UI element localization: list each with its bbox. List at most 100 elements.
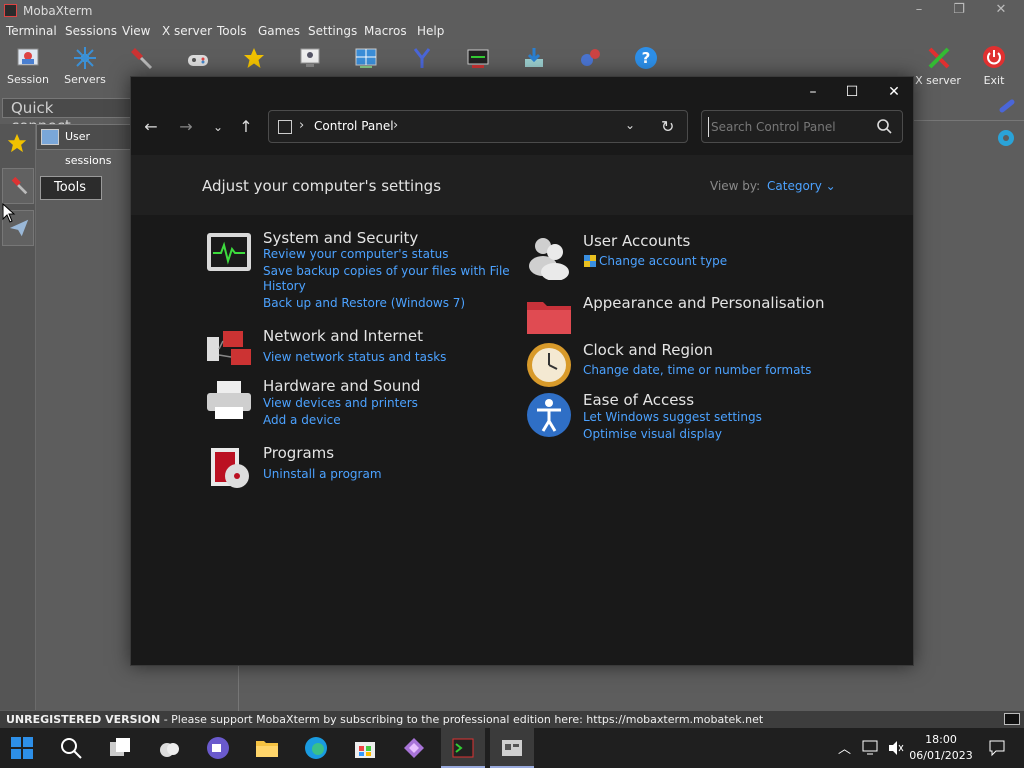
- download-icon[interactable]: [522, 46, 546, 70]
- search-box: [701, 110, 903, 143]
- close-icon[interactable]: ✕: [994, 3, 1008, 17]
- xserver-button[interactable]: X server: [914, 42, 962, 90]
- category-link[interactable]: Let Windows suggest settings: [583, 410, 762, 425]
- cp-minimize-icon[interactable]: –: [801, 81, 825, 103]
- exit-button[interactable]: Exit: [970, 42, 1018, 90]
- category-link[interactable]: Add a device: [263, 413, 341, 428]
- sidebar-tools-button[interactable]: [2, 168, 34, 204]
- menu-terminal[interactable]: Terminal: [6, 24, 57, 38]
- network-monitor-icon[interactable]: [862, 740, 880, 756]
- quick-connect-input[interactable]: Quick connect...: [2, 98, 132, 135]
- session-button[interactable]: Session: [0, 42, 56, 90]
- category-title[interactable]: System and Security: [263, 229, 418, 247]
- menu-bar: Terminal Sessions View X server Tools Ga…: [0, 22, 1024, 42]
- category-title[interactable]: Appearance and Personalisation: [583, 294, 825, 312]
- power-icon: [983, 46, 1005, 68]
- link-icon[interactable]: [998, 98, 1016, 116]
- category-title[interactable]: Hardware and Sound: [263, 377, 420, 395]
- forward-arrow-icon[interactable]: →: [174, 117, 198, 137]
- address-bar[interactable]: › Control Panel › ⌄ ↻: [268, 110, 688, 143]
- up-arrow-icon[interactable]: ↑: [234, 117, 258, 137]
- search-icon: [61, 738, 82, 759]
- category-link[interactable]: Save backup copies of your files with Fi…: [263, 264, 510, 279]
- star-icon[interactable]: [242, 46, 266, 70]
- task-view-button[interactable]: [98, 728, 142, 768]
- start-button[interactable]: [0, 728, 44, 768]
- view-by-dropdown[interactable]: Category ⌄: [767, 179, 836, 193]
- windows-logo-icon: [11, 737, 33, 759]
- tools-icon[interactable]: [129, 46, 153, 70]
- split-icon[interactable]: [354, 46, 378, 70]
- taskbar-clock[interactable]: 18:00 06/01/2023: [908, 732, 974, 764]
- chevron-down-icon[interactable]: ⌄: [625, 118, 635, 132]
- packages-icon[interactable]: [466, 46, 490, 70]
- category-link[interactable]: Back up and Restore (Windows 7): [263, 296, 465, 311]
- refresh-icon[interactable]: ↻: [661, 117, 674, 136]
- servers-button[interactable]: Servers: [57, 42, 113, 90]
- taskbar-app-explorer[interactable]: [245, 728, 289, 768]
- taskbar-app-teams[interactable]: [196, 728, 240, 768]
- user-accounts-icon: [529, 238, 569, 280]
- cp-maximize-icon[interactable]: ☐: [840, 81, 864, 103]
- taskbar-app-powerapps[interactable]: [392, 728, 436, 768]
- printer-icon: [207, 381, 251, 419]
- gear-icon[interactable]: [996, 128, 1016, 148]
- category-link[interactable]: Review your computer's status: [263, 247, 449, 262]
- mobaxterm-icon: [452, 738, 474, 758]
- games-icon[interactable]: [186, 48, 210, 72]
- back-arrow-icon[interactable]: ←: [139, 117, 163, 137]
- session-icon: [17, 48, 39, 66]
- category-link[interactable]: Uninstall a program: [263, 467, 382, 482]
- mobaxterm-logo-icon: [4, 4, 17, 17]
- chevron-right-icon[interactable]: ›: [393, 118, 398, 133]
- category-link[interactable]: Change account type: [599, 254, 727, 269]
- help-icon[interactable]: ?: [634, 46, 658, 70]
- taskbar-app-mobaxterm[interactable]: [441, 728, 485, 768]
- minimize-icon[interactable]: –: [912, 3, 926, 17]
- category-title[interactable]: Ease of Access: [583, 391, 694, 409]
- menu-games[interactable]: Games: [258, 24, 300, 38]
- category-link[interactable]: Change date, time or number formats: [583, 363, 811, 378]
- category-title[interactable]: Network and Internet: [263, 327, 423, 345]
- menu-tools[interactable]: Tools: [217, 24, 247, 38]
- diamond-app-icon: [404, 738, 424, 758]
- menu-sessions[interactable]: Sessions: [65, 24, 117, 38]
- restore-icon[interactable]: ❐: [952, 3, 966, 17]
- taskbar-search-button[interactable]: [49, 728, 93, 768]
- view-by-label: View by:: [710, 179, 761, 193]
- breadcrumb[interactable]: Control Panel: [314, 119, 394, 133]
- menu-settings[interactable]: Settings: [308, 24, 357, 38]
- terminal-mini-icon[interactable]: [1004, 713, 1020, 725]
- category-link[interactable]: Optimise visual display: [583, 427, 722, 442]
- category-link[interactable]: View network status and tasks: [263, 350, 446, 365]
- menu-help[interactable]: Help: [417, 24, 444, 38]
- unregistered-label: UNREGISTERED VERSION: [6, 713, 161, 726]
- user-monitor-icon[interactable]: [298, 46, 322, 70]
- xserver-icon: [928, 47, 950, 69]
- taskbar-app-edge[interactable]: [294, 728, 338, 768]
- fork-icon[interactable]: [410, 46, 434, 70]
- chevron-up-icon[interactable]: ︿: [838, 738, 851, 757]
- user-sessions-tab[interactable]: User sessions: [36, 124, 132, 167]
- category-link[interactable]: History: [263, 279, 306, 294]
- taskbar-app-store[interactable]: [343, 728, 387, 768]
- recent-chevron-icon[interactable]: ⌄: [206, 117, 230, 137]
- volume-muted-icon[interactable]: [888, 740, 904, 756]
- menu-macros[interactable]: Macros: [364, 24, 407, 38]
- category-link[interactable]: View devices and printers: [263, 396, 418, 411]
- menu-view[interactable]: View: [122, 24, 150, 38]
- search-input[interactable]: [708, 117, 868, 137]
- favorites-star-icon[interactable]: [6, 132, 28, 154]
- status-bar: UNREGISTERED VERSION - Please support Mo…: [0, 711, 1024, 728]
- menu-xserver[interactable]: X server: [162, 24, 212, 38]
- exit-label: Exit: [983, 74, 1005, 87]
- taskbar-app-control-panel[interactable]: [490, 728, 534, 768]
- settings-gears-icon[interactable]: [578, 46, 602, 70]
- category-title[interactable]: Clock and Region: [583, 341, 713, 359]
- taskbar-app-weather[interactable]: [147, 728, 191, 768]
- category-title[interactable]: Programs: [263, 444, 334, 462]
- cp-close-icon[interactable]: ✕: [882, 81, 906, 103]
- search-icon[interactable]: [876, 118, 892, 134]
- notification-icon[interactable]: [988, 739, 1006, 757]
- category-title[interactable]: User Accounts: [583, 232, 690, 250]
